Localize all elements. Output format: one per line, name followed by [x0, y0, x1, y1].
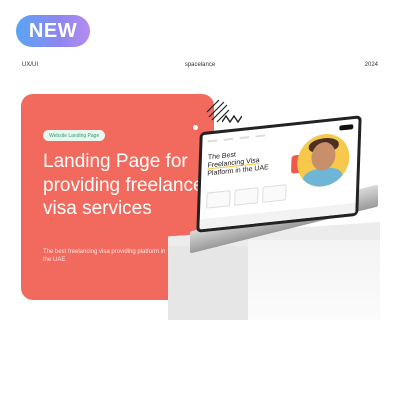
- preview-photo: [296, 131, 351, 190]
- brand-label: spacelance: [184, 62, 216, 68]
- project-title: Landing Page for providing freelance vis…: [43, 151, 204, 219]
- laptop-mockup: The Best Freelancing Visa Platform in th…: [190, 115, 380, 254]
- pedestal-side: [248, 240, 380, 320]
- preview-cards: [206, 184, 287, 209]
- pedestal-front: [168, 246, 248, 320]
- project-subtitle: The best freelancing visa providing plat…: [43, 249, 166, 263]
- new-badge: NEW: [16, 15, 90, 47]
- preview-headline: The Best Freelancing Visa Platform in th…: [207, 151, 269, 178]
- website-preview: The Best Freelancing Visa Platform in th…: [199, 118, 359, 230]
- year-label: 2024: [364, 62, 378, 68]
- project-type-pill: Website Landing Page: [43, 130, 106, 141]
- laptop-screen: The Best Freelancing Visa Platform in th…: [196, 115, 362, 233]
